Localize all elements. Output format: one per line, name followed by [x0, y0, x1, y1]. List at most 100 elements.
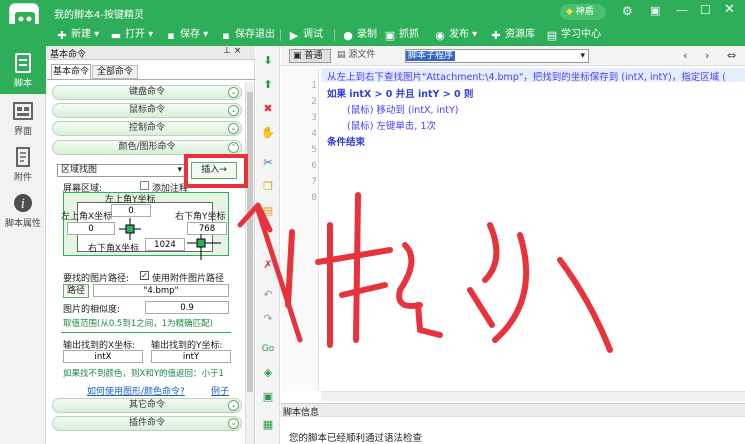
category-control[interactable]: 控制命令 ⌄	[52, 121, 242, 136]
book-icon: ▤	[546, 29, 558, 42]
nav-item-attachment[interactable]: 附件	[0, 146, 46, 183]
maximize-button[interactable]: ☐	[700, 3, 711, 17]
move-up-icon[interactable]: ⬆	[261, 78, 275, 92]
similarity-hint: 取值范围(从0.5到1之间，1为精确匹配)	[63, 319, 213, 329]
save-exit-icon: ▪	[222, 29, 230, 42]
insert-button[interactable]: 插入→	[191, 162, 237, 179]
window-title: 我的脚本4-按键精灵	[54, 10, 144, 21]
similarity-input[interactable]	[145, 301, 229, 314]
learning-center-button[interactable]: ▤ 学习中心	[546, 27, 601, 43]
code-line-1[interactable]: 从左上到右下查找图片"Attachment:\4.bmp"，把找到的坐标保存到 …	[327, 69, 726, 83]
interface-icon	[13, 102, 33, 120]
nav-item-ui[interactable]: 界面	[0, 100, 46, 137]
next-arrow-icon[interactable]: ›	[705, 49, 709, 62]
out-y-input[interactable]	[151, 350, 231, 363]
svg-text:i: i	[21, 197, 25, 212]
bottom-right-x-label: 右下角X坐标	[88, 244, 140, 254]
skin-icon[interactable]: ▣	[650, 4, 660, 17]
top-left-x-label: 左上角X坐标	[61, 212, 113, 222]
comment-icon[interactable]: ∥	[261, 234, 275, 248]
top-left-y-input[interactable]	[111, 204, 151, 217]
save-button[interactable]: ▪ 保存 ▾	[165, 27, 208, 43]
out-x-input[interactable]	[63, 350, 143, 363]
source-file-icon: ▤	[337, 50, 346, 60]
help-link[interactable]: 如何使用图形/颜色命令?	[87, 384, 185, 397]
nav-item-script[interactable]: 脚本	[0, 52, 46, 89]
undo-icon[interactable]: ↶	[261, 288, 275, 302]
image-path-input[interactable]	[93, 284, 229, 297]
script-editor: ▣ 普通 ▤ 源文件 脚本子程序 ▾ ‹ › ⇔ 1 2 3 4 5 6 7 8 …	[281, 46, 745, 444]
source-mode-button[interactable]: ▤ 源文件	[337, 49, 385, 63]
find-icon[interactable]: ▣	[261, 390, 275, 404]
chevron-down-icon: ⌄	[228, 105, 239, 116]
expand-icon[interactable]: ⇔	[727, 49, 736, 62]
use-attachment-label: 使用附件图片路径	[152, 274, 225, 284]
path-button[interactable]: 路径	[63, 284, 89, 298]
category-keyboard[interactable]: 键盘命令 ⌄	[52, 85, 242, 100]
bookmark-icon[interactable]: ◈	[261, 366, 275, 380]
example-link[interactable]: 例子	[211, 384, 229, 397]
open-button[interactable]: ▬ 打开 ▾	[110, 27, 153, 43]
category-color-image[interactable]: 颜色/图形命令 ⌃	[52, 140, 242, 155]
tab-all-commands[interactable]: 全部命令	[92, 65, 138, 79]
delete-icon[interactable]: ✖	[261, 102, 275, 116]
chevron-down-icon: ⌄	[228, 123, 239, 134]
bottom-right-x-input[interactable]	[145, 238, 185, 251]
crosshair-top-left-icon[interactable]	[119, 218, 141, 240]
resources-button[interactable]: ✚ 资源库	[490, 27, 535, 43]
shield-user-button[interactable]: ◆ 神盾	[560, 4, 606, 20]
subroutine-select[interactable]: 脚本子程序 ▾	[405, 49, 589, 63]
goto-icon[interactable]: Go	[261, 342, 275, 356]
paste-icon[interactable]: ▤	[261, 204, 275, 218]
nav-item-script-properties[interactable]: i 脚本属性	[0, 192, 46, 229]
horizontal-scrollbar[interactable]	[321, 391, 745, 401]
record-button[interactable]: ● 录制	[342, 27, 377, 43]
prev-arrow-icon[interactable]: ‹	[683, 49, 687, 62]
publish-button[interactable]: ◉ 发布 ▾	[434, 27, 477, 43]
chevron-down-icon: ⌄	[228, 87, 239, 98]
dropdown-arrow-icon: ▾	[177, 165, 182, 175]
command-select[interactable]: 区域找图 ▾	[57, 164, 185, 177]
crosshair-bottom-right-icon[interactable]	[187, 234, 221, 260]
uncomment-icon[interactable]: ✗	[261, 258, 275, 272]
settings-gear-icon[interactable]: ⚙	[622, 4, 633, 18]
code-line-3[interactable]: (鼠标) 移动到 (intX, intY)	[347, 102, 459, 116]
panel-header: 基本命令	[50, 50, 87, 60]
panel-scrollbar[interactable]	[245, 82, 254, 444]
panel-pin-close[interactable]: ⊥ ×	[223, 46, 241, 56]
shield-icon: ◆	[566, 7, 573, 17]
copy-icon[interactable]: ❐	[261, 180, 275, 194]
close-button[interactable]: ✕	[724, 2, 735, 17]
category-other[interactable]: 其它命令 ⌄	[52, 398, 242, 413]
tab-basic-commands[interactable]: 基本命令	[51, 64, 91, 79]
capture-button[interactable]: ▣ 抓抓	[384, 27, 419, 43]
folder-icon: ▬	[110, 29, 122, 42]
info-icon: i	[14, 194, 32, 212]
dropdown-arrow-icon: ▾	[580, 51, 585, 61]
move-down-icon[interactable]: ⬇	[261, 54, 275, 68]
main-toolbar: ✚ 新建 ▾ ▬ 打开 ▾ ▪ 保存 ▾ ▪ 保存退出 ▶ 调试 ● 录制 ▣ 抓抓 ◉ 发布 …	[0, 24, 745, 46]
normal-mode-button[interactable]: ▣ 普通	[289, 49, 331, 63]
category-plugin[interactable]: 插件命令 ⌄	[52, 416, 242, 431]
code-line-4[interactable]: (鼠标) 左键单击, 1次	[347, 118, 436, 132]
new-button[interactable]: ✚ 新建 ▾	[56, 27, 99, 43]
top-left-x-input[interactable]	[67, 222, 115, 235]
attachment-icon	[16, 147, 30, 167]
minimize-button[interactable]: —	[676, 3, 688, 17]
code-line-5[interactable]: 条件结束	[327, 134, 365, 148]
script-icon	[15, 53, 31, 73]
line-gutter: 1 2 3 4 5 6 7 8	[281, 67, 319, 391]
code-line-2[interactable]: 如果 intX > 0 并且 intY > 0 则	[327, 86, 473, 100]
save-exit-button[interactable]: ▪ 保存退出	[220, 27, 275, 43]
category-mouse[interactable]: 鼠标命令 ⌄	[52, 103, 242, 118]
image-icon[interactable]: ▦	[261, 418, 275, 432]
add-comment-checkbox[interactable]	[140, 181, 149, 190]
editor-toolbar: ▣ 普通 ▤ 源文件 脚本子程序 ▾ ‹ › ⇔	[281, 46, 745, 66]
not-found-hint: 如果找不到颜色，则X和Y的值返回：小于1	[63, 369, 224, 379]
redo-icon[interactable]: ↷	[261, 312, 275, 326]
debug-button[interactable]: ▶ 调试	[288, 27, 323, 43]
hand-icon[interactable]: ✋	[261, 126, 275, 140]
record-icon: ●	[343, 29, 353, 42]
use-attachment-checkbox[interactable]: ✓	[140, 271, 149, 280]
cut-icon[interactable]: ✂	[261, 156, 275, 170]
